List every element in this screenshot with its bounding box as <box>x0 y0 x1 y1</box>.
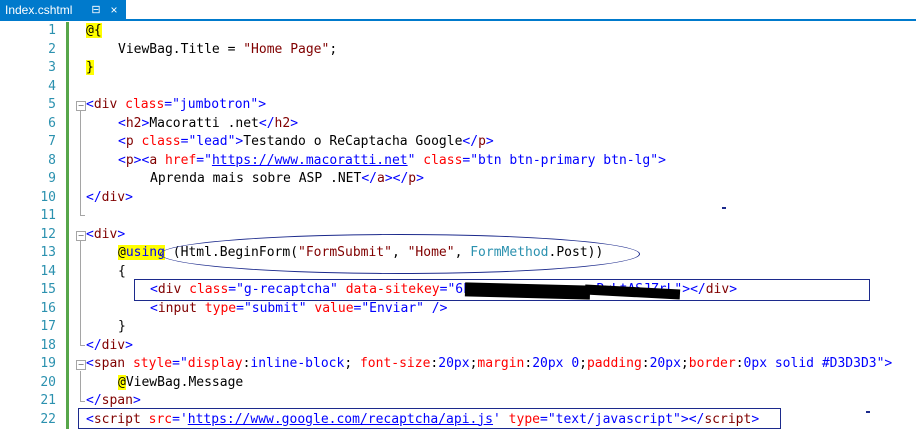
line-number: 3 <box>48 60 56 75</box>
code-text: @ViewBag.Message <box>118 374 244 390</box>
collapse-toggle[interactable]: − <box>76 360 86 370</box>
code-line: 9 Aprenda mais sobre ASP .NET</a></p> <box>0 170 916 189</box>
stray-mark <box>722 207 726 209</box>
code-editor[interactable]: 1 @{ 2 ViewBag.Title = "Home Page"; 3 } … <box>0 21 916 433</box>
line-number: 18 <box>40 337 56 353</box>
change-indicator <box>66 225 69 244</box>
code-line: 8 <p><a href="https://www.macoratti.net"… <box>0 151 916 170</box>
code-text: <input type="submit" value="Enviar" /> <box>150 300 448 316</box>
code-text: ViewBag.Title = "Home Page"; <box>118 41 338 57</box>
code-text: { <box>118 263 126 279</box>
change-indicator <box>66 373 69 392</box>
change-indicator <box>66 392 69 411</box>
change-indicator <box>66 151 69 170</box>
line-number: 5 <box>48 97 56 112</box>
change-indicator <box>66 244 69 263</box>
tab-title: Index.cshtml <box>5 3 73 17</box>
line-number: 17 <box>40 319 56 334</box>
line-number: 12 <box>40 226 56 242</box>
line-number: 10 <box>40 189 56 205</box>
line-number: 11 <box>40 208 56 223</box>
line-number: 9 <box>48 171 56 186</box>
code-text: } <box>86 60 94 75</box>
code-line: 17 } <box>0 318 916 337</box>
annotation-rectangle <box>78 408 781 429</box>
code-text: </div> <box>86 337 133 353</box>
change-indicator <box>66 22 69 41</box>
change-indicator <box>66 77 69 96</box>
code-line: 19 − <span style="display:inline-block; … <box>0 355 916 374</box>
line-number: 4 <box>48 78 56 94</box>
line-number: 22 <box>40 411 56 427</box>
line-number: 14 <box>40 263 56 279</box>
line-number: 6 <box>48 115 56 131</box>
change-indicator <box>66 336 69 355</box>
code-line: 2 ViewBag.Title = "Home Page"; <box>0 40 916 59</box>
change-indicator <box>66 170 69 189</box>
line-number: 16 <box>40 300 56 316</box>
code-text: <p class="lead">Testando o ReCaptacha Go… <box>118 134 494 149</box>
line-number: 1 <box>48 23 56 38</box>
code-line: 4 <box>0 77 916 96</box>
change-indicator <box>66 133 69 152</box>
annotation-rectangle <box>134 279 870 301</box>
code-line: 5 − <div class="jumbotron"> <box>0 96 916 115</box>
change-indicator <box>66 40 69 59</box>
change-indicator <box>66 207 69 226</box>
annotation-ellipse <box>160 234 640 274</box>
code-text: <div> <box>86 226 126 242</box>
code-line: 1 @{ <box>0 22 916 41</box>
code-text: <p><a href="https://www.macoratti.net" c… <box>118 152 666 168</box>
code-line: 20 @ViewBag.Message <box>0 373 916 392</box>
change-indicator <box>66 262 69 281</box>
change-indicator <box>66 281 69 300</box>
code-text: </div> <box>86 189 133 205</box>
line-number: 7 <box>48 134 56 149</box>
line-number: 13 <box>40 245 56 260</box>
link-macoratti[interactable]: https://www.macoratti.net <box>212 153 408 168</box>
collapse-toggle[interactable]: − <box>76 230 86 241</box>
collapse-toggle[interactable]: − <box>76 101 86 111</box>
code-line: 11 <box>0 207 916 226</box>
change-indicator <box>66 114 69 133</box>
change-indicator <box>66 410 69 429</box>
code-line: 10 </div> <box>0 188 916 207</box>
change-indicator <box>66 355 69 374</box>
line-number: 8 <box>48 152 56 168</box>
line-number: 21 <box>40 393 56 408</box>
change-indicator <box>66 59 69 78</box>
code-text: <h2>Macoratti .net</h2> <box>118 115 299 131</box>
change-indicator <box>66 318 69 337</box>
change-indicator <box>66 299 69 318</box>
code-line: 3 } <box>0 59 916 78</box>
pin-icon[interactable]: ⊟ <box>88 0 104 21</box>
line-number: 2 <box>48 41 56 57</box>
change-indicator <box>66 188 69 207</box>
code-line: 18 </div> <box>0 336 916 355</box>
document-tab-strip: Index.cshtml ⊟ × <box>0 0 916 21</box>
change-indicator <box>66 96 69 115</box>
close-icon[interactable]: × <box>106 0 122 21</box>
code-text: <div class="jumbotron"> <box>86 97 267 112</box>
code-line: 7 <p class="lead">Testando o ReCaptacha … <box>0 133 916 152</box>
tab-index-cshtml[interactable]: Index.cshtml ⊟ × <box>0 0 126 21</box>
code-text: <span style="display:inline-block; font-… <box>86 356 893 371</box>
line-number: 20 <box>40 374 56 390</box>
code-text: } <box>118 319 126 334</box>
code-line: 16 <input type="submit" value="Enviar" /… <box>0 299 916 318</box>
code-text: @{ <box>86 23 102 38</box>
stray-mark <box>866 411 870 413</box>
line-number: 15 <box>40 282 56 297</box>
code-line: 6 <h2>Macoratti .net</h2> <box>0 114 916 133</box>
code-text: Aprenda mais sobre ASP .NET</a></p> <box>150 171 424 186</box>
line-number: 19 <box>40 356 56 371</box>
